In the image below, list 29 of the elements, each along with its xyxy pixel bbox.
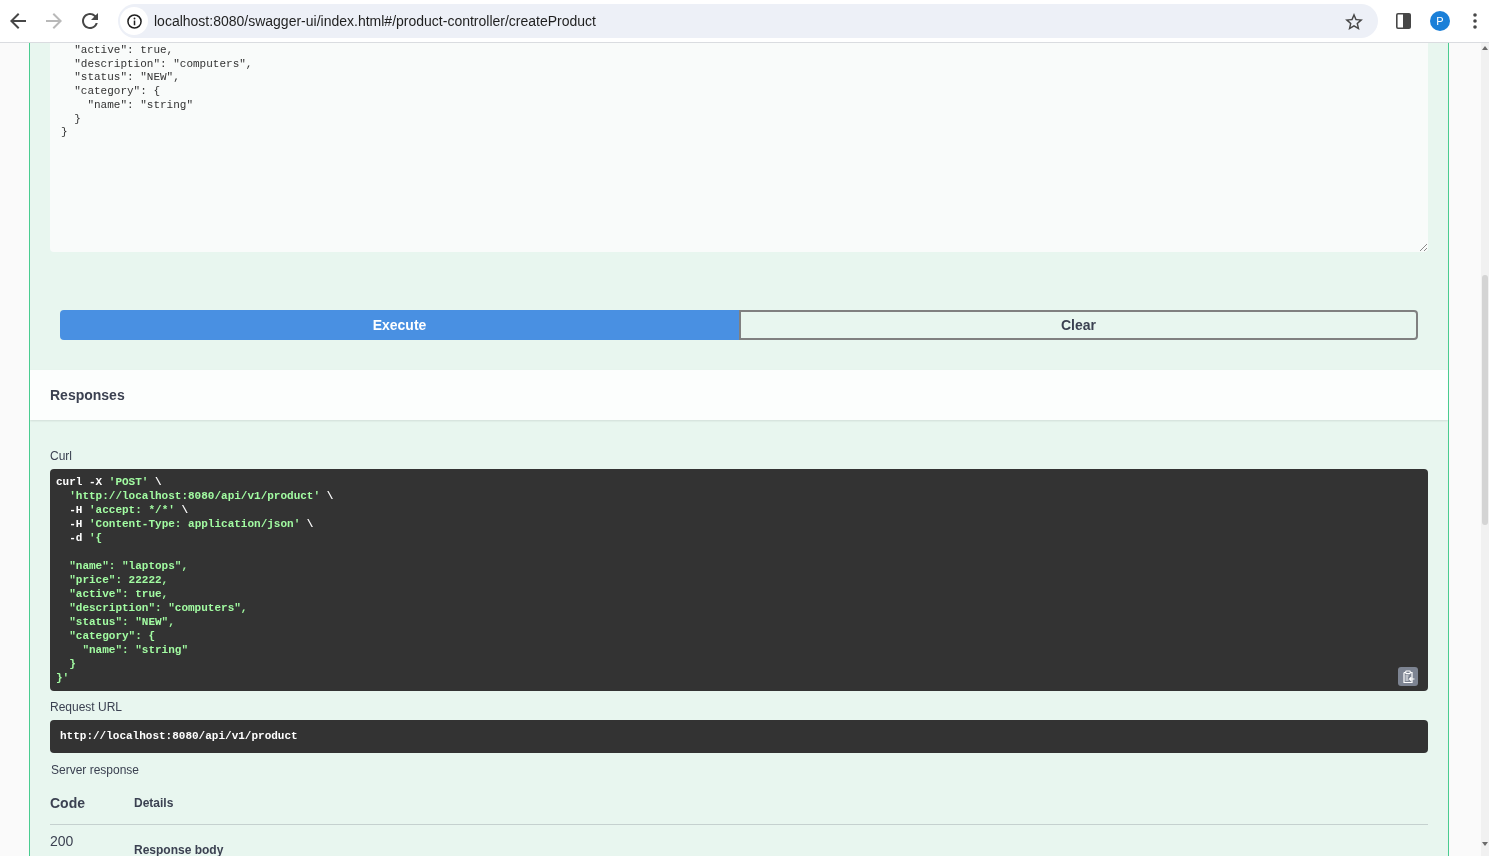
scrollbar-thumb[interactable] [1482,275,1488,525]
site-info-button[interactable] [120,7,148,35]
clear-button[interactable]: Clear [739,310,1418,340]
curl-label: Curl [50,449,73,464]
column-header: Details [134,796,174,811]
profile-avatar[interactable]: P [1430,11,1450,31]
curl-command-text: curl -X 'POST' \ 'http://localhost:8080/api/v1/product' \ -H 'accept: */*' \ -H 'Content-Type: application/json' \ -d '{ "name": "laptops", "price": 22222, "active": true, "description": "computers", "status": "NEW", "category": { "name": "string" } }' [56,475,334,685]
info-icon [126,13,142,29]
request-url-label: Request URL [50,700,124,715]
server-response-label: Server response [50,763,141,778]
address-bar[interactable]: localhost:8080/swagger-ui/index.html#/product-controller/createProduct [118,4,1378,38]
response-body-heading: Response body [134,842,224,856]
clipboard-icon [1401,669,1415,684]
copy-button[interactable] [1398,667,1418,686]
scrollbar-track[interactable] [1481,43,1489,856]
bookmark-star-icon[interactable] [1345,12,1363,30]
table-cell-text: 200 [50,832,75,850]
scroll-down-arrow-icon[interactable] [1482,842,1488,846]
more-menu-icon[interactable] [1473,13,1477,29]
request-body-field[interactable]: "active": true, "description": "computers", "status": "NEW", "category": { "name": "string" } } [50,43,1428,252]
reload-icon[interactable] [82,13,98,29]
request-url-code-block: http://localhost:8080/api/v1/product [50,720,1428,753]
side-panel-icon[interactable] [1396,13,1411,29]
scroll-up-arrow-icon[interactable] [1482,46,1488,50]
back-arrow-icon[interactable] [10,13,26,29]
responses-heading: Responses [50,387,125,403]
url-text[interactable]: localhost:8080/swagger-ui/index.html#/product-controller/createProduct [154,13,1345,29]
resize-handle-icon[interactable] [1419,243,1427,251]
column-header: Code [50,795,86,812]
